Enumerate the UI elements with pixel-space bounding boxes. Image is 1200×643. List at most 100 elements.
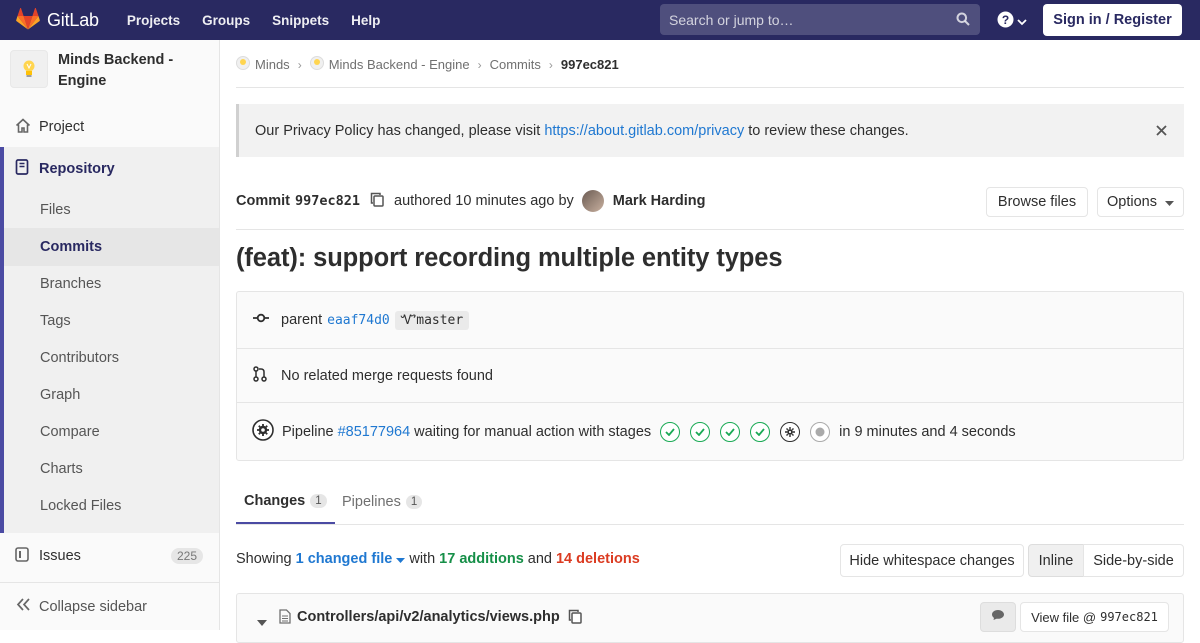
pipeline-link[interactable]: #85177964 [338, 424, 411, 440]
collapse-file-caret-icon[interactable] [257, 613, 267, 629]
search-input[interactable]: Search or jump to… [660, 4, 980, 35]
sidebar-item-locked-files[interactable]: Locked Files [40, 498, 121, 514]
breadcrumb-separator: › [477, 57, 482, 72]
parent-row: parent eaaf74d0 Ꮙmaster [237, 292, 1183, 349]
view-file-button[interactable]: View file @ 997ec821 [1020, 602, 1169, 632]
breadcrumb-commits[interactable]: Commits [490, 57, 541, 72]
gitlab-logo-icon [16, 7, 40, 33]
question-icon: ? [997, 11, 1014, 31]
sidebar-issues-label: Issues [39, 548, 81, 564]
breadcrumb-project[interactable]: Minds Backend - Engine [329, 57, 470, 72]
hide-whitespace-button[interactable]: Hide whitespace changes [840, 544, 1024, 577]
showing-label: Showing [236, 551, 292, 567]
gitlab-home-link[interactable]: GitLab [16, 0, 99, 40]
view-file-label: View file @ [1031, 609, 1097, 625]
sidebar-item-charts[interactable]: Charts [40, 461, 83, 477]
commit-author[interactable]: Mark Harding [613, 193, 706, 209]
branch-icon: Ꮙ [400, 312, 417, 328]
commit-authored: authored 10 minutes ago by [394, 193, 574, 209]
tab-changes-count: 1 [310, 494, 327, 508]
chevron-down-icon [1017, 13, 1027, 29]
tab-changes-label: Changes [244, 493, 306, 509]
parent-sha-link[interactable]: eaaf74d0 [327, 313, 390, 328]
sidebar-project-header[interactable]: Minds Backend - Engine [0, 40, 219, 100]
brand-name: GitLab [47, 9, 99, 30]
sidebar-item-commits[interactable]: Commits [40, 239, 102, 255]
commit-sha: 997ec821 [294, 193, 361, 209]
nav-groups[interactable]: Groups [202, 13, 250, 28]
additions-count: 17 additions [439, 551, 524, 567]
sidebar-repository-label: Repository [39, 161, 115, 177]
stage-manual-icon[interactable] [780, 421, 801, 442]
changed-files-dropdown[interactable]: 1 changed file [296, 551, 406, 567]
sidebar-item-compare[interactable]: Compare [40, 424, 100, 440]
sidebar-item-issues[interactable]: Issues 225 [0, 541, 219, 571]
pipeline-stages [655, 421, 835, 442]
parent-label: parent [281, 312, 323, 328]
sidebar-item-graph[interactable]: Graph [40, 387, 80, 403]
stage-passed-icon[interactable] [690, 421, 711, 442]
file-path-link[interactable]: Controllers/api/v2/analytics/views.php [297, 609, 560, 625]
tab-pipelines[interactable]: Pipelines 1 [342, 480, 423, 524]
branch-name: master [416, 312, 464, 328]
and-label: and [527, 551, 552, 567]
sidebar-item-tags[interactable]: Tags [40, 313, 71, 329]
no-merge-requests: No related merge requests found [281, 367, 493, 384]
commit-meta: Commit 997ec821 authored 10 minutes ago … [236, 190, 705, 212]
sidebar-project-name: Minds Backend - Engine [58, 52, 174, 89]
stage-skipped-icon[interactable] [810, 421, 831, 442]
caret-down-icon [396, 551, 406, 567]
sidebar-item-branches[interactable]: Branches [40, 276, 101, 292]
breadcrumb-minds[interactable]: Minds [255, 57, 290, 72]
stage-passed-icon[interactable] [660, 421, 681, 442]
project-sidebar: Minds Backend - Engine Project Repositor… [0, 40, 220, 630]
nav-projects[interactable]: Projects [127, 13, 180, 28]
inline-view-button[interactable]: Inline [1028, 544, 1084, 577]
collapse-sidebar-button[interactable]: Collapse sidebar [0, 582, 219, 630]
breadcrumb-separator: › [548, 57, 553, 72]
sidebar-item-contributors[interactable]: Contributors [40, 350, 119, 366]
tab-changes[interactable]: Changes 1 [236, 480, 335, 524]
group-avatar-icon [236, 56, 250, 73]
search-icon [956, 12, 970, 29]
nav-help[interactable]: Help [351, 13, 380, 28]
help-dropdown[interactable]: ? [997, 11, 1027, 31]
issues-count-badge: 225 [170, 548, 203, 564]
pipeline-status-text: waiting for manual action with stages [414, 423, 652, 440]
close-icon[interactable] [1156, 124, 1167, 140]
options-dropdown[interactable]: Options [1097, 187, 1184, 217]
browse-files-button[interactable]: Browse files [986, 187, 1088, 217]
sidebar-item-project[interactable]: Project [0, 112, 219, 142]
author-avatar[interactable] [581, 190, 604, 212]
pipeline-label: Pipeline [282, 423, 334, 440]
view-file-sha: 997ec821 [1100, 610, 1158, 624]
stage-passed-icon[interactable] [720, 421, 741, 442]
signin-button[interactable]: Sign in / Register [1043, 4, 1182, 36]
commit-node-icon [253, 312, 281, 328]
side-by-side-button[interactable]: Side-by-side [1083, 544, 1184, 577]
changed-files-label: 1 changed file [295, 551, 393, 567]
sidebar-item-repository[interactable]: Repository [0, 154, 219, 184]
pipeline-manual-status-icon[interactable] [252, 418, 282, 445]
book-icon [15, 159, 39, 179]
project-avatar-icon [309, 56, 324, 73]
copy-sha-icon[interactable] [370, 192, 384, 211]
breadcrumb-separator: › [297, 57, 302, 72]
alert-text-before: Our Privacy Policy has changed, please v… [255, 122, 541, 139]
toggle-comments-button[interactable] [980, 602, 1016, 632]
diff-file-header: Controllers/api/v2/analytics/views.php V… [236, 593, 1184, 643]
deletions-count: 14 deletions [555, 551, 640, 567]
privacy-link[interactable]: https://about.gitlab.com/privacy [544, 123, 744, 139]
issues-icon [15, 546, 39, 566]
sidebar-project-label: Project [39, 119, 85, 135]
copy-path-icon[interactable] [568, 609, 582, 627]
branch-chip[interactable]: Ꮙmaster [394, 310, 470, 330]
nav-snippets[interactable]: Snippets [272, 13, 329, 28]
divider [236, 87, 1184, 88]
commit-tabs: Changes 1 Pipelines 1 [236, 480, 1184, 525]
stage-passed-icon[interactable] [750, 421, 771, 442]
double-chevron-left-icon [16, 598, 39, 615]
merge-request-icon [253, 365, 281, 386]
home-icon [15, 117, 39, 137]
sidebar-item-files[interactable]: Files [40, 202, 71, 218]
